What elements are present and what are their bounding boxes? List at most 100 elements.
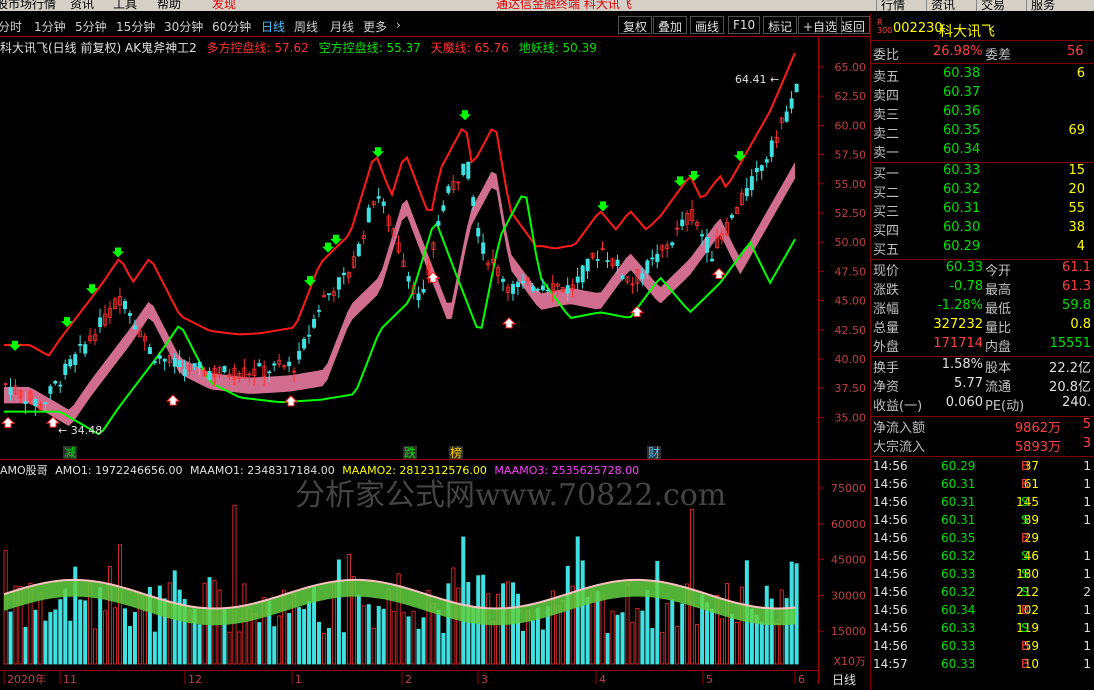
candle-body [516,282,521,288]
volume-bar [461,536,466,665]
volume-bar [734,622,739,665]
tick-side: S [1021,585,1029,599]
volume-bar [655,560,660,665]
control-band [4,162,795,426]
ask-label: 卖二 [873,127,900,142]
candle-body [655,253,660,263]
volume-bar [466,582,471,665]
tick-row: 14:56 60.31 89 S 1 [871,513,1094,531]
tick-side: B [1021,603,1030,617]
stat-value: 240. [1062,395,1091,410]
candle-body [336,277,341,290]
volume-bar [675,626,680,665]
ask-volume: 69 [1068,123,1085,138]
bid-label: 买五 [873,243,900,258]
candle-body [207,370,212,380]
menu-right-trade[interactable]: 交易 [976,0,1009,11]
sell-signal-arrow [459,110,471,121]
volume-bar [361,605,366,665]
market-badge: R 300 [877,18,893,35]
quote-panel: R 300 002230 科大讯飞 委比 26.98% 委差 56 卖五 60.38… [870,14,1094,690]
price-tick-label: 40.00 [835,353,867,366]
fund-flow-row: 净流入额 9862万 5 [871,417,1094,436]
candle-body [147,347,152,354]
candle-body [123,301,128,310]
stat-value: 327232 [933,317,983,332]
volume-bar [605,633,610,665]
kline-chart[interactable]: 64.41 ← ← 34.48 减 跌 榜 财 65.00 62.50 60.00 57.50 5… [0,0,870,690]
volume-bar [530,620,535,665]
tick-count: 1 [1083,621,1091,635]
fundamental-row: 换手 1.58% 股本 22.2亿 [871,357,1094,376]
stat-label: 外盘 [873,340,900,355]
volume-bar [580,560,585,665]
volume-bar [68,620,73,665]
menu-right-service[interactable]: 服务 [1026,0,1059,11]
volume-bar [585,597,590,665]
stat-value: 1.58% [941,357,983,372]
x-tick-label: 2 [405,673,412,686]
tick-price: 60.33 [941,567,976,581]
tick-price: 60.31 [941,477,976,491]
volume-bar [759,621,764,665]
candle-body [33,398,38,407]
menu-right-news[interactable]: 资讯 [926,0,959,11]
stat-value: 5.77 [954,376,983,391]
candle-body [376,196,381,199]
ask-row: 卖二 60.35 69 [871,123,1094,142]
buy-signal-arrow [501,317,517,329]
legend-amo1: AMO1: 1972246656.00 [55,464,183,477]
volume-bar [152,631,157,665]
volume-bar [113,607,118,665]
fundamental-row: 净资 5.77 流通 20.8亿 [871,376,1094,395]
tick-row: 14:56 60.31 61 B 1 [871,477,1094,495]
candle-body [132,325,137,330]
volume-tick-label: 60000 [831,518,866,531]
volume-bar [794,563,799,665]
period-footer-tab: 日线 [832,673,856,687]
x-tick-label: 2020年 [7,672,46,686]
tick-row: 14:56 60.33 180 S 1 [871,567,1094,585]
candle-body [416,293,421,301]
tick-count: 1 [1083,513,1091,527]
menu-right-quotes[interactable]: 行情 [876,0,909,11]
tick-time: 14:56 [873,639,908,653]
candle-body [476,228,481,237]
volume-bar [8,611,13,665]
stock-header: R 300 002230 科大讯飞 [871,18,1094,41]
candle-body [197,362,202,369]
candle-body [749,176,754,191]
candle-body [312,318,317,328]
stat-value: 59.8 [1062,298,1091,313]
volume-bar [197,624,202,665]
volume-bar [421,617,426,665]
volume-tick-label: 45000 [831,554,866,567]
tick-row: 14:56 60.32 212 S 2 [871,585,1094,603]
x-tick-label: 6 [798,673,805,686]
stat-label: 流通 [985,380,1012,395]
candle-body [759,165,764,171]
volume-bar [516,593,521,665]
tick-price: 60.32 [941,585,976,599]
candle-body [78,343,83,346]
tick-side: B [1021,657,1030,671]
flow-value: 9862万 [1014,421,1061,436]
volume-bar [326,627,331,665]
candle-body [615,259,620,267]
tick-count: 1 [1083,495,1091,509]
volume-bar [242,583,247,665]
candle-body [501,278,506,282]
candle-body [341,272,346,276]
x-tick-label: 12 [188,673,202,686]
tick-price: 60.33 [941,639,976,653]
volume-bar [38,592,43,665]
volume-bar [600,594,605,665]
tick-price: 60.33 [941,621,976,635]
fund-flow-row: 大宗流入 5893万 3 [871,436,1094,455]
volume-bar [739,586,744,665]
legend-bull-line: 多方控盘线: 57.62 [206,41,309,55]
tick-count: 1 [1083,567,1091,581]
flow-extra: 5 [1082,417,1091,432]
tick-time: 14:56 [873,603,908,617]
ground-line [4,195,796,436]
